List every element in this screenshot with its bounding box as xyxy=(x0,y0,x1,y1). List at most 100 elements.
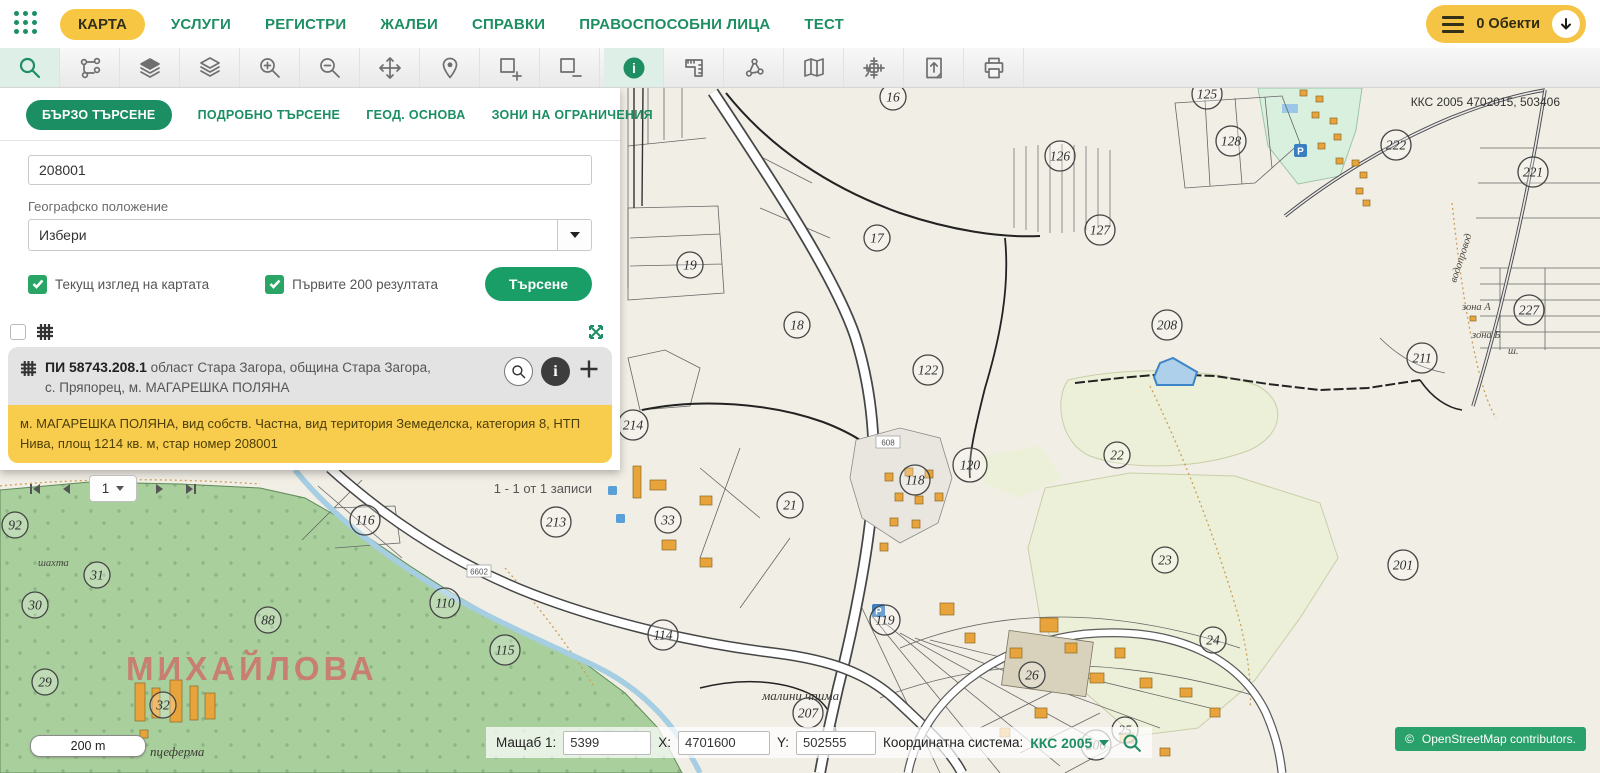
nav-item-karta[interactable]: КАРТА xyxy=(60,9,145,40)
page-select[interactable]: 1 xyxy=(89,475,137,502)
parcel-number-120: 120 xyxy=(960,458,981,473)
print-tool-button[interactable] xyxy=(964,48,1024,87)
zoom-to-result-button[interactable] xyxy=(504,357,533,386)
crs-dropdown-caret[interactable] xyxy=(1099,740,1109,746)
y-coordinate-input[interactable] xyxy=(796,731,876,755)
layers-stack-icon xyxy=(197,55,223,81)
overview-map-tool-button[interactable] xyxy=(784,48,844,87)
osm-attribution[interactable]: © OpenStreetMap contributors. xyxy=(1395,727,1586,751)
measure-length-tool-button[interactable] xyxy=(664,48,724,87)
expand-results-icon[interactable] xyxy=(588,324,604,340)
print-icon xyxy=(981,55,1007,81)
download-button[interactable] xyxy=(1552,10,1580,38)
map-label: зона А xyxy=(1461,302,1491,313)
subtract-extent-tool-button[interactable] xyxy=(540,48,600,87)
check-icon xyxy=(269,279,281,289)
current-view-checkbox[interactable] xyxy=(28,275,47,294)
tab-restriction-zones[interactable]: ЗОНИ НА ОГРАНИЧЕНИЯ xyxy=(492,108,653,122)
location-tool-button[interactable] xyxy=(420,48,480,87)
search-tool-button[interactable] xyxy=(0,48,60,87)
zoom-out-tool-button[interactable] xyxy=(300,48,360,87)
attribution-text: OpenStreetMap contributors. xyxy=(1422,732,1576,746)
map-label: ККС 2005 4702015, 503406 xyxy=(1411,95,1561,109)
nav-item-spravki[interactable]: СПРАВКИ xyxy=(472,16,545,33)
nav-item-registri[interactable]: РЕГИСТРИ xyxy=(265,16,346,33)
parcel-number-222: 222 xyxy=(1386,138,1407,153)
apps-grid-icon[interactable] xyxy=(14,11,44,37)
nav-item-uslugi[interactable]: УСЛУГИ xyxy=(171,16,231,33)
parcel-number-116: 116 xyxy=(355,513,374,528)
add-extent-tool-button[interactable] xyxy=(480,48,540,87)
parcel-number-18: 18 xyxy=(790,318,804,333)
result-details: м. МАГАРЕШКА ПОЛЯНА, вид собств. Частна,… xyxy=(8,405,612,463)
status-bar: Мащаб 1: X: Y: Координатна система: ККС … xyxy=(486,727,1152,758)
svg-text:i: i xyxy=(632,60,636,76)
prev-page-button[interactable] xyxy=(60,482,71,496)
export-icon xyxy=(921,55,947,81)
nav-item-zhalbi[interactable]: ЖАЛБИ xyxy=(380,16,438,33)
grid-hash-icon xyxy=(36,323,54,341)
layers-stack-tool-button[interactable] xyxy=(180,48,240,87)
result-info-button[interactable]: i xyxy=(541,357,570,386)
parcel-number-125: 125 xyxy=(1197,88,1218,102)
y-label: Y: xyxy=(777,735,789,750)
first-page-button[interactable] xyxy=(28,482,42,496)
coordinates-tool-button[interactable] xyxy=(844,48,904,87)
measure-area-icon xyxy=(741,55,767,81)
plus-icon xyxy=(578,358,600,380)
map-icon xyxy=(801,55,827,81)
objects-count-label: 0 Обекти xyxy=(1476,16,1540,32)
result-parcel-id: ПИ 58743.208.1 xyxy=(45,359,147,375)
nav-item-pravosposobni-litsa[interactable]: ПРАВОСПОСОБНИ ЛИЦА xyxy=(579,16,770,33)
zoom-in-tool-button[interactable] xyxy=(240,48,300,87)
parcel-number-30: 30 xyxy=(27,598,42,613)
check-icon xyxy=(32,279,44,289)
result-row[interactable]: ПИ 58743.208.1 област Стара Загора, общи… xyxy=(8,347,612,405)
first-200-checkbox[interactable] xyxy=(265,275,284,294)
route-tool-button[interactable] xyxy=(60,48,120,87)
measure-length-icon xyxy=(681,55,707,81)
objects-badge[interactable]: 0 Обекти xyxy=(1426,5,1586,43)
geo-position-label: Географско положение xyxy=(28,199,592,214)
parcel-number-26: 26 xyxy=(1025,668,1039,683)
search-query-input[interactable] xyxy=(28,155,592,185)
scale-input[interactable] xyxy=(563,731,651,755)
coordinates-icon xyxy=(861,55,887,81)
select-all-checkbox[interactable] xyxy=(10,324,26,340)
parcel-number-33: 33 xyxy=(660,513,675,528)
parcel-number-128: 128 xyxy=(1221,134,1242,149)
geo-select-dropdown-button[interactable] xyxy=(557,220,591,250)
map-label: пцеферма xyxy=(150,744,205,759)
layers-tool-button[interactable] xyxy=(120,48,180,87)
x-coordinate-input[interactable] xyxy=(678,731,770,755)
scale-label: Мащаб 1: xyxy=(496,735,556,750)
map-scale-bar: 200 m xyxy=(30,735,146,757)
coordinate-search-icon[interactable] xyxy=(1122,733,1142,753)
pan-tool-button[interactable] xyxy=(360,48,420,87)
add-result-button[interactable] xyxy=(578,358,600,385)
geo-position-select[interactable]: Избери xyxy=(28,219,592,251)
top-navigation: КАРТА УСЛУГИ РЕГИСТРИ ЖАЛБИ СПРАВКИ ПРАВ… xyxy=(0,0,1600,48)
next-page-button[interactable] xyxy=(155,482,166,496)
tab-geodetic-basis[interactable]: ГЕОД. ОСНОВА xyxy=(366,108,465,122)
export-tool-button[interactable] xyxy=(904,48,964,87)
pan-arrows-icon xyxy=(377,55,403,81)
tab-quick-search[interactable]: БЪРЗО ТЪРСЕНЕ xyxy=(26,100,172,130)
parcel-number-208: 208 xyxy=(1157,318,1178,333)
geo-select-value: Избери xyxy=(29,220,557,250)
info-tool-button[interactable]: i xyxy=(604,48,664,87)
parcel-number-213: 213 xyxy=(546,515,567,530)
last-page-button[interactable] xyxy=(184,482,198,496)
parcel-number-16: 16 xyxy=(886,90,900,105)
parcel-number-214: 214 xyxy=(623,418,644,433)
caret-down-icon xyxy=(116,486,124,491)
measure-area-tool-button[interactable] xyxy=(724,48,784,87)
arrow-down-icon xyxy=(1559,17,1573,31)
search-button[interactable]: Търсене xyxy=(485,267,592,301)
nav-item-test[interactable]: ТЕСТ xyxy=(804,16,844,33)
crs-value[interactable]: ККС 2005 xyxy=(1030,735,1092,751)
zoom-out-icon xyxy=(317,55,343,81)
parcel-number-119: 119 xyxy=(875,613,894,628)
location-pin-icon xyxy=(437,55,463,81)
tab-detailed-search[interactable]: ПОДРОБНО ТЪРСЕНЕ xyxy=(198,108,341,122)
